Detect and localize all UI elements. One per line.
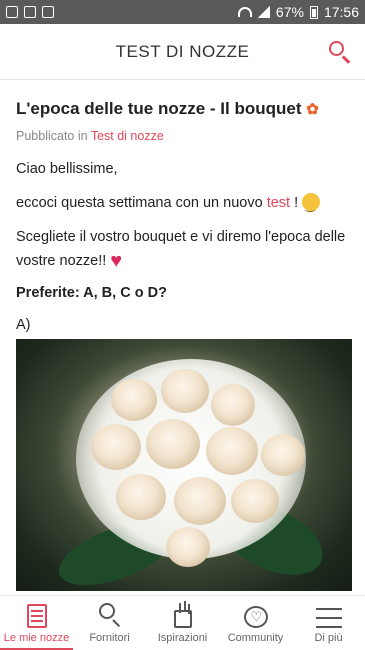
nav-label: Fornitori	[89, 632, 130, 644]
nav-community[interactable]: Community	[219, 596, 292, 650]
app-icon	[42, 6, 54, 18]
status-bar: 67% 17:56	[0, 0, 365, 24]
nav-label: Di più	[314, 632, 343, 644]
nav-label: Le mie nozze	[3, 632, 70, 644]
wifi-icon	[237, 7, 252, 17]
search-icon	[329, 41, 344, 56]
greeting-text: Ciao bellissime,	[16, 161, 118, 177]
battery-icon	[309, 5, 318, 19]
notification-icon	[6, 6, 18, 18]
category-link[interactable]: Test di nozze	[91, 129, 164, 143]
bouquet-image[interactable]	[16, 339, 352, 591]
nav-fornitori[interactable]: Fornitori	[73, 596, 146, 650]
option-label: A)	[16, 317, 31, 333]
battery-percent: 67%	[275, 4, 304, 20]
menu-icon	[315, 608, 342, 628]
nav-ispirazioni[interactable]: Ispirazioni	[146, 596, 219, 650]
post-content[interactable]: L'epoca delle tue nozze - Il bouquet ✿ P…	[0, 80, 365, 595]
page-title: TEST DI NOZZE	[115, 41, 250, 61]
heart-icon: ♥	[110, 250, 123, 272]
post-meta: Pubblicato in Test di nozze	[16, 129, 164, 143]
clock: 17:56	[323, 4, 359, 20]
nav-label: Ispirazioni	[157, 632, 208, 644]
notebook-icon	[26, 604, 47, 628]
search-icon	[97, 602, 123, 628]
search-button[interactable]	[325, 38, 355, 68]
nav-di-piu[interactable]: Di più	[292, 596, 365, 650]
test-link[interactable]: test	[267, 195, 290, 211]
gallery-icon	[24, 6, 36, 18]
smiley-icon	[302, 193, 321, 217]
signal-icon	[257, 6, 270, 18]
instructions-text: Scegliete il vostro bouquet e vi diremo …	[16, 229, 346, 272]
app-bar: TEST DI NOZZE	[0, 24, 365, 80]
flower-icon: ✿	[306, 101, 319, 118]
community-icon	[243, 606, 268, 628]
nav-label: Community	[227, 632, 284, 644]
preferences-question: Preferite: A, B, C o D?	[16, 285, 167, 301]
bottom-navigation: Le mie nozze Fornitori Ispirazioni Commu…	[0, 595, 365, 650]
notification-icons	[6, 6, 54, 18]
inspiration-icon	[173, 603, 192, 628]
intro-text: eccoci questa settimana con un nuovo tes…	[16, 191, 349, 217]
post-title: L'epoca delle tue nozze - Il bouquet ✿	[16, 99, 319, 118]
nav-le-mie-nozze[interactable]: Le mie nozze	[0, 596, 73, 650]
